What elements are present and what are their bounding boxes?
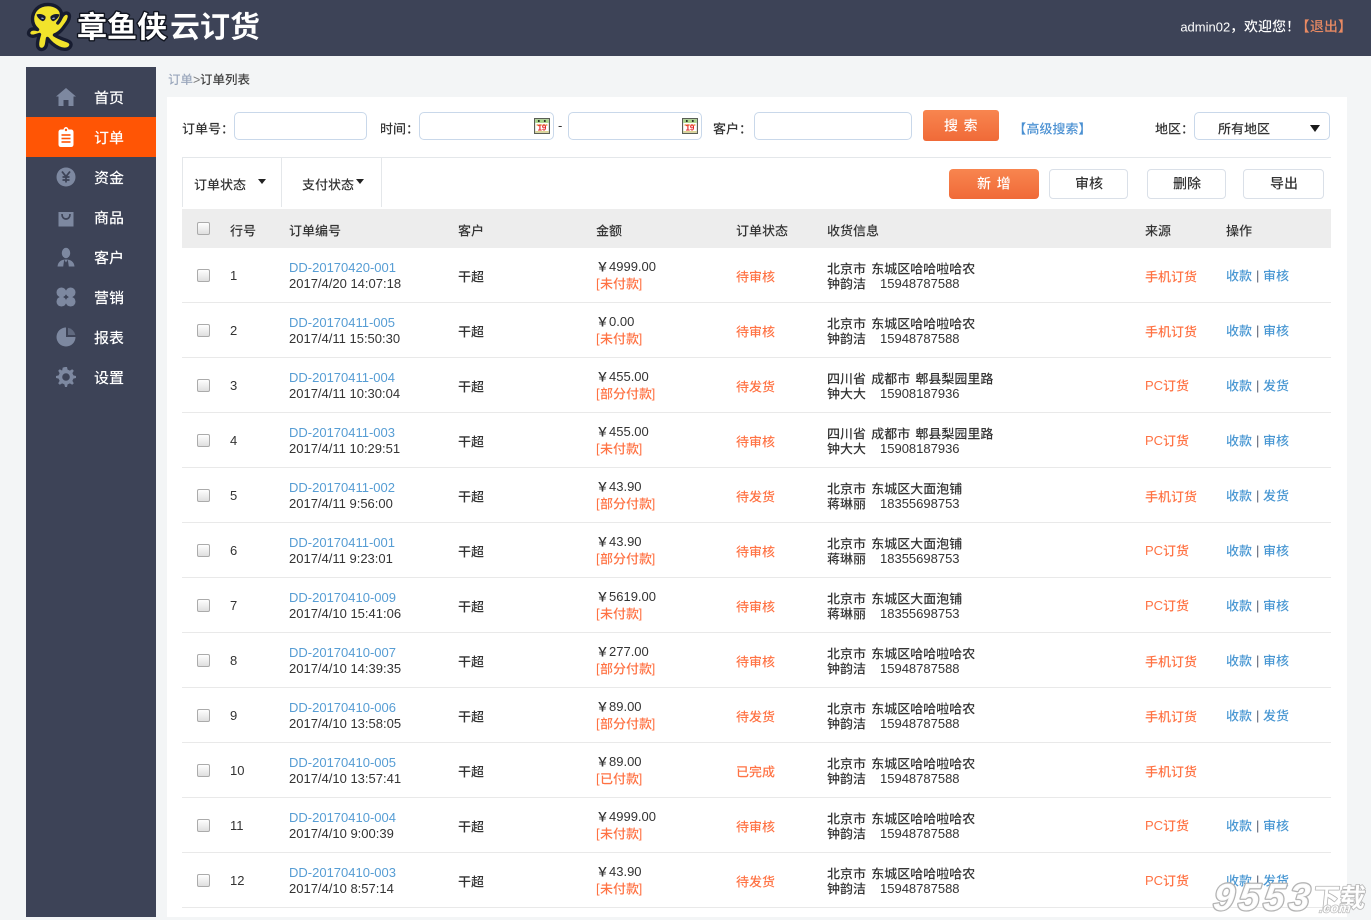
svg-text:19: 19 [685, 124, 694, 133]
svg-text:.com: .com [1319, 901, 1352, 916]
svg-text:9553: 9553 [1211, 877, 1316, 919]
svg-text:19: 19 [537, 124, 546, 133]
